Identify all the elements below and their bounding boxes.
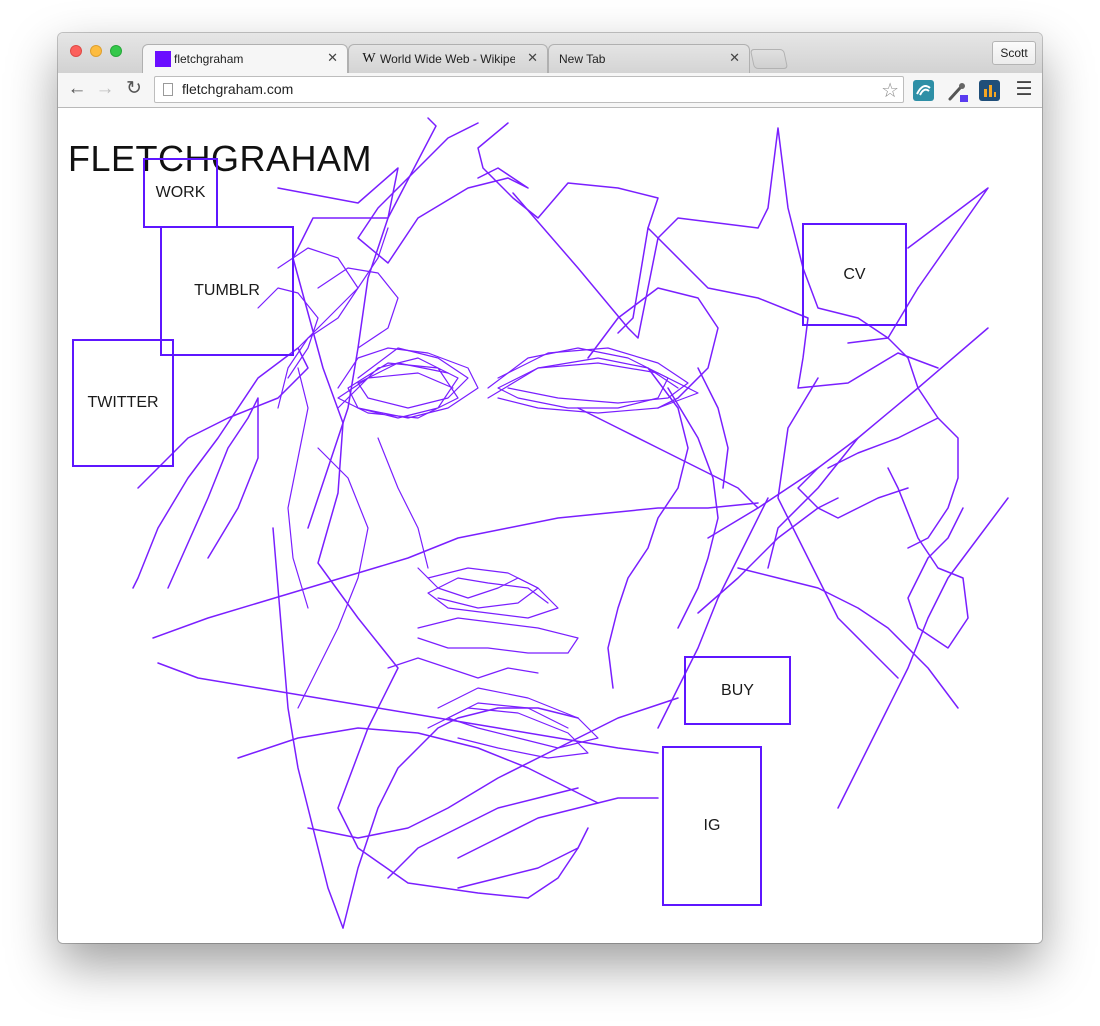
page-icon [163, 83, 173, 96]
address-bar[interactable]: fletchgraham.com ☆ [154, 76, 904, 103]
nav-ig-button[interactable]: IG [662, 746, 762, 906]
url-text[interactable]: fletchgraham.com [182, 81, 293, 97]
close-icon[interactable]: ✕ [327, 50, 338, 66]
nav-twitter-button[interactable]: TWITTER [72, 339, 174, 467]
close-window-button[interactable] [70, 45, 82, 57]
star-icon[interactable]: ☆ [881, 78, 899, 103]
tab-new-tab[interactable]: New Tab ✕ [548, 44, 750, 73]
tab-label: New Tab [559, 52, 606, 66]
purple-square-favicon [155, 51, 171, 67]
browser-window: fletchgraham ✕ W World Wide Web - Wikipe… [58, 33, 1042, 943]
menu-icon[interactable]: ☰ [1015, 80, 1033, 100]
nav-work-button[interactable]: WORK [143, 158, 218, 228]
nav-cv-button[interactable]: CV [802, 223, 907, 326]
browser-toolbar: ← → ↻ fletchgraham.com ☆ ☰ [58, 73, 1042, 108]
forward-icon[interactable]: → [94, 78, 116, 100]
tab-strip: fletchgraham ✕ W World Wide Web - Wikipe… [58, 33, 1042, 73]
profile-button[interactable]: Scott [992, 41, 1036, 65]
extension-icon[interactable] [913, 80, 934, 101]
tab-fletchgraham[interactable]: fletchgraham ✕ [142, 44, 348, 73]
stats-icon[interactable] [979, 80, 1000, 101]
tab-wikipedia[interactable]: W World Wide Web - Wikipedia ✕ [348, 44, 548, 73]
new-tab-button[interactable] [749, 49, 789, 69]
tab-label: fletchgraham [174, 52, 244, 66]
nav-buy-button[interactable]: BUY [684, 656, 791, 725]
site-title[interactable]: FLETCHGRAHAM [68, 141, 372, 177]
close-icon[interactable]: ✕ [527, 50, 538, 66]
zoom-window-button[interactable] [110, 45, 122, 57]
page-viewport: FLETCHGRAHAM WORK TUMBLR TWITTER CV BUY … [58, 108, 1042, 943]
minimize-window-button[interactable] [90, 45, 102, 57]
nav-tumblr-button[interactable]: TUMBLR [160, 226, 294, 356]
tab-label: World Wide Web - Wikipedia [380, 52, 515, 66]
wikipedia-w-favicon: W [362, 51, 376, 66]
reload-icon[interactable]: ↻ [123, 78, 145, 100]
close-icon[interactable]: ✕ [729, 50, 740, 66]
back-icon[interactable]: ← [66, 78, 88, 100]
eyedropper-icon[interactable] [946, 80, 968, 102]
